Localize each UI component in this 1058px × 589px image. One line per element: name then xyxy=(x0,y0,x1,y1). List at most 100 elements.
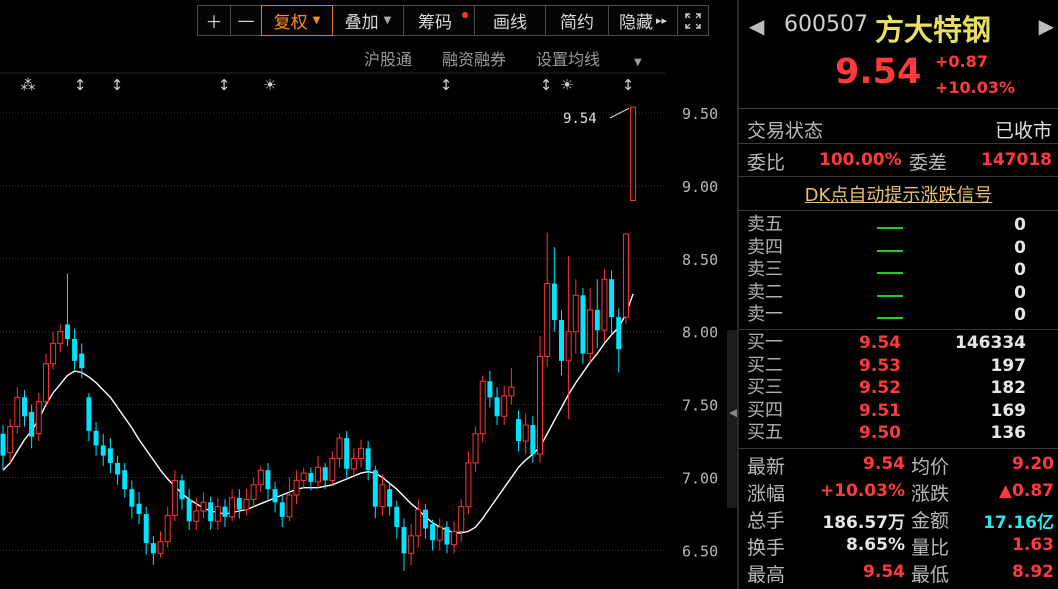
overlay-dropdown[interactable]: 叠加 ▼ xyxy=(332,5,404,36)
dk-signal-link[interactable]: DK点自动提示涨跌信号 xyxy=(739,181,1058,207)
caret-down-icon: ▼ xyxy=(312,15,321,26)
candle-body xyxy=(129,489,135,507)
collapse-arrow-icon[interactable]: ◀ xyxy=(729,406,737,419)
candle-body xyxy=(530,425,536,455)
candle-body xyxy=(365,448,371,471)
candle-body xyxy=(272,489,278,503)
chips-button[interactable]: 筹码 xyxy=(403,5,475,36)
candle-body xyxy=(522,424,529,442)
ask-level-label: 卖四 xyxy=(747,236,783,258)
restore-rights-dropdown[interactable]: 复权 ▼ xyxy=(261,5,333,36)
bid-level-volume: 136 xyxy=(990,423,1027,443)
divider xyxy=(739,329,1058,330)
panel-splitter[interactable] xyxy=(727,330,737,508)
stat-value: 9.20 xyxy=(1012,454,1054,474)
ask-level-label: 卖一 xyxy=(747,304,783,325)
y-tick-label: 7.00 xyxy=(682,470,718,488)
stat-label: 总手 xyxy=(747,510,786,532)
candle-body xyxy=(93,430,99,446)
notification-dot xyxy=(462,12,468,18)
event-marker-icon: ↕ xyxy=(74,76,87,94)
margin-trading-button[interactable]: 融资融券 xyxy=(442,46,506,70)
hgt-button[interactable]: 沪股通 xyxy=(364,46,412,70)
zoom-in-button[interactable]: ＋ xyxy=(197,5,231,36)
candle-body xyxy=(572,294,579,333)
candle-body xyxy=(50,342,57,365)
candle-body xyxy=(214,506,221,522)
chart-subbar: 沪股通 融资融券 设置均线 ▼ xyxy=(364,46,702,70)
zoom-out-button[interactable]: — xyxy=(230,5,262,36)
stat-value: 186.57万 xyxy=(822,513,905,533)
candle-body xyxy=(372,470,378,507)
commit-diff-value: 147018 xyxy=(981,150,1052,170)
candle-body xyxy=(408,535,415,554)
bid-level-label: 买四 xyxy=(747,399,783,421)
ma-setting-dropdown[interactable]: 设置均线 ▼ xyxy=(536,46,672,70)
fullscreen-button[interactable] xyxy=(677,5,709,36)
event-marker-icon: ↕ xyxy=(111,76,124,94)
caret-down-icon: ▼ xyxy=(383,15,392,26)
brief-button[interactable]: 简约 xyxy=(545,5,609,36)
stat-label: 金额 xyxy=(911,510,950,532)
divider xyxy=(739,210,1058,211)
kline-chart[interactable]: 9.50 9.00 8.50 8.00 7.50 7.00 6.50 ⁂ ↕ ↕ ↕ ☀ ↕ ↕ ☀ ↕ 9.5… xyxy=(0,0,737,589)
ask-empty-price xyxy=(877,227,903,229)
candle-body xyxy=(430,524,436,541)
ask-empty-price xyxy=(877,317,903,319)
event-marker-icon: ↕ xyxy=(540,76,553,94)
commit-ratio-label: 委比 xyxy=(747,152,786,174)
prev-stock-icon[interactable]: ◀ xyxy=(749,14,764,38)
bid-level-volume: 197 xyxy=(990,355,1027,376)
candle-body xyxy=(229,497,236,518)
stat-label: 换手 xyxy=(747,537,786,559)
candle-body xyxy=(472,433,479,464)
kline-chart-area[interactable]: 9.50 9.00 8.50 8.00 7.50 7.00 6.50 ⁂ ↕ ↕ ↕ ☀ ↕ ↕ ☀ ↕ 9.5… xyxy=(0,0,737,589)
ma-setting-label: 设置均线 xyxy=(536,50,601,69)
y-tick-label: 9.50 xyxy=(682,105,718,123)
candle-body xyxy=(558,320,564,361)
candle-body xyxy=(551,283,557,321)
candle-body xyxy=(64,324,70,339)
bid-level-volume: 169 xyxy=(990,400,1027,421)
candle-body xyxy=(171,479,178,516)
trade-status-label: 交易状态 xyxy=(747,120,824,142)
bid-level-price: 9.51 xyxy=(859,400,901,421)
event-marker-icon: ↕ xyxy=(622,76,635,94)
candle-body xyxy=(300,472,307,481)
candle-body xyxy=(29,411,35,437)
candle-body xyxy=(193,510,200,522)
trade-status-value: 已收市 xyxy=(994,120,1052,142)
candle-body xyxy=(344,438,350,469)
candle-body xyxy=(594,309,600,331)
candle-body xyxy=(609,279,615,318)
candle-body xyxy=(143,513,149,544)
stat-value: 1.63 xyxy=(1012,535,1054,555)
bid-level-label: 买三 xyxy=(747,377,783,398)
event-marker-icon: ☀ xyxy=(560,76,573,94)
candle-body xyxy=(630,106,637,201)
y-tick-label: 8.00 xyxy=(682,324,718,342)
stock-code: 600507 xyxy=(784,12,868,37)
bid-level-label: 买一 xyxy=(747,332,783,353)
draw-line-button[interactable]: 画线 xyxy=(474,5,546,36)
candle-body xyxy=(286,494,293,518)
hide-button[interactable]: 隐藏 ▸▸ xyxy=(608,5,678,36)
bid-level-price: 9.53 xyxy=(859,355,901,376)
candle-body xyxy=(122,470,128,490)
stat-value: 8.65% xyxy=(846,535,905,555)
event-marker-icon: ☀ xyxy=(263,76,276,94)
stat-label: 涨跌 xyxy=(911,483,950,505)
overlay-label: 叠加 xyxy=(344,13,379,33)
candle-body xyxy=(336,437,343,460)
y-tick-label: 7.50 xyxy=(682,397,718,415)
stat-label: 最低 xyxy=(911,564,950,586)
candle-body xyxy=(458,506,465,532)
hide-label: 隐藏 xyxy=(618,13,653,33)
draw-line-label: 画线 xyxy=(493,13,527,33)
ask-level-volume: 0 xyxy=(1014,215,1026,235)
next-stock-icon[interactable]: ▶ xyxy=(1039,14,1054,38)
candle-body xyxy=(358,447,364,460)
candle-body xyxy=(179,480,185,500)
candle-body xyxy=(387,489,393,507)
candle-body xyxy=(422,509,428,529)
